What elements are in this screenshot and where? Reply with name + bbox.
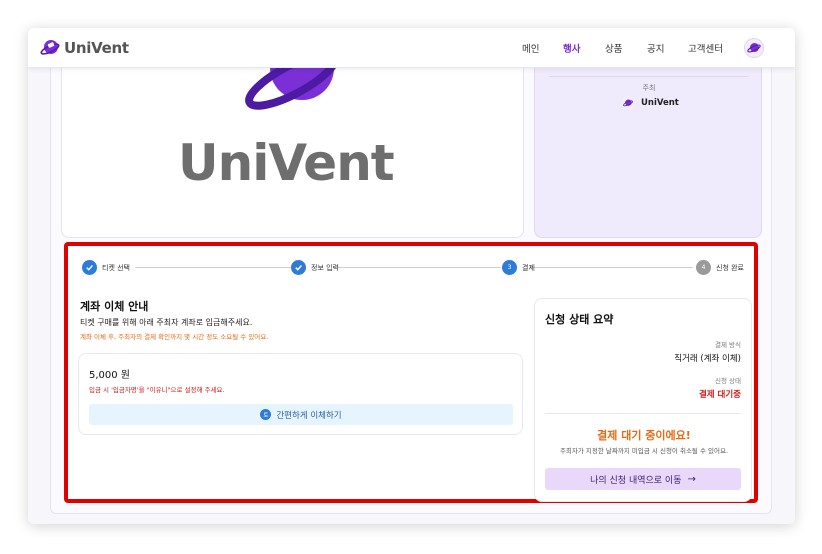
easy-transfer-button[interactable]: 토 간편하게 이체하기 xyxy=(89,404,513,425)
host-name: UniVent xyxy=(641,98,679,108)
depositor-name-warning: 입금 시 '입금자명'을 "이유니"으로 설정해 주세요. xyxy=(89,386,225,394)
nav-item-products[interactable]: 상품 xyxy=(605,41,622,55)
step-connector xyxy=(337,267,501,268)
status-summary-card: 신청 상태 요약 결제 방식 직거래 (계좌 이체) 신청 상태 결제 대기중 … xyxy=(534,298,752,502)
waiting-title: 결제 대기 중이에요! xyxy=(597,429,691,442)
planet-logo-icon xyxy=(40,40,60,55)
step-4-label: 신청 완료 xyxy=(716,264,744,272)
payment-box: 5,000 원 입금 시 '입금자명'을 "이유니"으로 설정해 주세요. 토 … xyxy=(78,353,523,435)
progress-stepper: 티켓 선택 정보 입력 3 결제 4 신청 완료 xyxy=(82,258,748,278)
step-connector xyxy=(135,267,292,268)
easy-transfer-label: 간편하게 이체하기 xyxy=(276,410,342,421)
payment-method-value: 직거래 (계좌 이체) xyxy=(674,354,741,364)
my-applications-button[interactable]: 나의 신청 내역으로 이동 → xyxy=(545,468,741,490)
step-2-label: 정보 입력 xyxy=(311,264,339,272)
step-3-number: 3 xyxy=(502,260,517,275)
host-info[interactable]: UniVent xyxy=(621,96,679,110)
payment-method-label: 결제 방식 xyxy=(715,341,741,349)
step-connector xyxy=(530,267,693,268)
application-status-label: 신청 상태 xyxy=(715,377,741,385)
summary-divider xyxy=(545,413,741,414)
arrow-right-icon: → xyxy=(687,473,696,485)
application-status-value: 결제 대기중 xyxy=(698,390,741,400)
step-1-label: 티켓 선택 xyxy=(102,264,130,272)
payment-panel: 티켓 선택 정보 입력 3 결제 4 신청 완료 계좌 이체 안내 티켓 구매를… xyxy=(64,242,758,503)
nav-item-support[interactable]: 고객센터 xyxy=(688,41,723,55)
step-4-number: 4 xyxy=(696,260,711,275)
event-poster: UniVent xyxy=(61,68,524,238)
host-label: 주최 xyxy=(642,84,656,92)
step-3-label: 결제 xyxy=(522,264,535,272)
user-avatar[interactable] xyxy=(744,38,764,58)
planet-avatar-icon xyxy=(747,43,761,53)
planet-host-icon xyxy=(621,96,635,110)
nav-item-events[interactable]: 행사 xyxy=(563,41,580,55)
transfer-title: 계좌 이체 안내 xyxy=(80,300,149,313)
summary-title: 신청 상태 요약 xyxy=(545,313,614,326)
logo[interactable]: UniVent xyxy=(40,38,129,58)
payment-amount: 5,000 원 xyxy=(89,370,131,381)
transfer-note: 계좌 이체 후, 주최자의 결제 확인까지 몇 시간 정도 소요될 수 있어요. xyxy=(80,333,269,341)
host-card: 주최 UniVent xyxy=(534,68,762,238)
top-navigation: UniVent 메인 행사 상품 공지 고객센터 xyxy=(28,28,795,68)
browser-window: UniVent 메인 행사 상품 공지 고객센터 UniVent 주최 UniV… xyxy=(28,28,795,524)
step-1-check-icon xyxy=(82,260,97,275)
waiting-description: 주최자가 지정한 날짜까지 미입금 시 신청이 취소될 수 있어요. xyxy=(559,447,729,455)
my-applications-label: 나의 신청 내역으로 이동 xyxy=(590,475,682,486)
nav-item-main[interactable]: 메인 xyxy=(522,41,539,55)
transfer-app-icon: 토 xyxy=(260,409,272,420)
step-2-check-icon xyxy=(291,260,306,275)
host-divider xyxy=(549,76,749,77)
logo-text: UniVent xyxy=(64,39,129,57)
nav-item-notices[interactable]: 공지 xyxy=(647,41,664,55)
transfer-description: 티켓 구매를 위해 아래 주최자 계좌로 입금해주세요. xyxy=(80,318,253,327)
poster-brand-text: UniVent xyxy=(178,134,395,192)
planet-poster-icon xyxy=(245,68,339,110)
